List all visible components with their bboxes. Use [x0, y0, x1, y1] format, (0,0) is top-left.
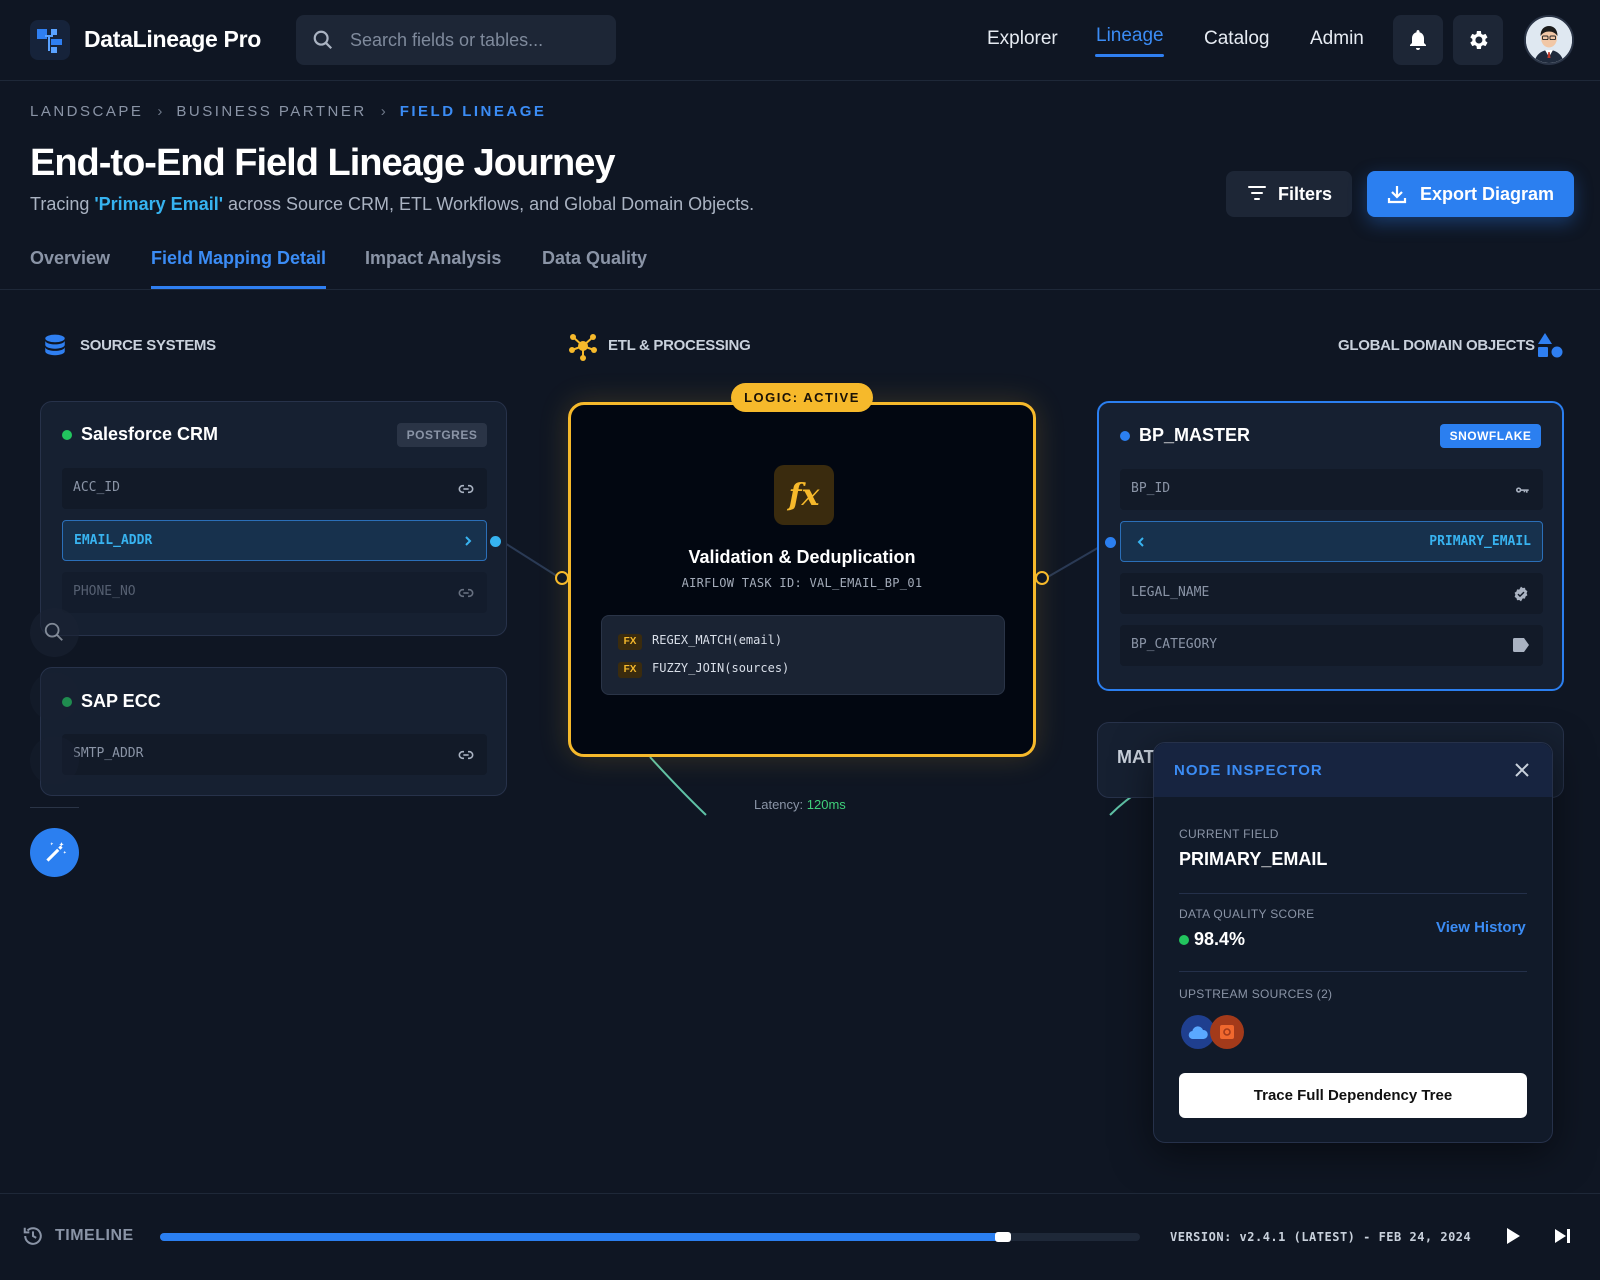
etl-task-id: AIRFLOW TASK ID: VAL_EMAIL_BP_01 [681, 576, 923, 590]
status-dot [1120, 431, 1130, 441]
etl-input-port[interactable] [555, 571, 569, 585]
current-field-label: CURRENT FIELD [1179, 827, 1279, 841]
view-history-link[interactable]: View History [1436, 919, 1526, 936]
inspector-header: NODE INSPECTOR [1154, 743, 1552, 797]
chevron-right-icon [465, 536, 472, 546]
node-inspector-panel: NODE INSPECTOR CURRENT FIELD PRIMARY_EMA… [1153, 742, 1553, 1143]
source-card-salesforce[interactable]: Salesforce CRM POSTGRES ACC_ID EMAIL_ADD… [40, 401, 507, 636]
link-icon [458, 588, 474, 598]
latency-readout: Latency: 120ms [754, 797, 846, 812]
tag-icon [1513, 638, 1529, 652]
source-name: SAP ECC [81, 691, 161, 711]
link-icon [458, 750, 474, 760]
dq-score-label: DATA QUALITY SCORE [1179, 907, 1315, 921]
key-icon [1516, 487, 1529, 493]
upstream-sources-label: UPSTREAM SOURCES (2) [1179, 987, 1333, 1001]
timeline-bar: TIMELINE VERSION: v2.4.1 (LATEST) - FEB … [0, 1193, 1600, 1280]
divider [1179, 893, 1527, 894]
chevron-left-icon [1137, 537, 1144, 547]
latency-value: 120ms [806, 797, 846, 812]
etl-node-validation[interactable]: fx Validation & Deduplication AIRFLOW TA… [568, 402, 1036, 757]
play-icon[interactable] [1505, 1227, 1521, 1245]
domain-name: BP_MASTER [1139, 425, 1251, 445]
db-type-badge: POSTGRES [397, 423, 487, 447]
history-icon [23, 1227, 42, 1245]
database-icon [45, 334, 65, 356]
field-legal-name[interactable]: LEGAL_NAME [1120, 573, 1543, 614]
upstream-source-sap[interactable] [1210, 1015, 1244, 1049]
field-label: EMAIL_ADDR [74, 533, 153, 548]
field-label: PHONE_NO [73, 584, 136, 599]
hub-icon [569, 334, 597, 361]
field-label: PRIMARY_EMAIL [1429, 534, 1531, 549]
source-name: Salesforce CRM [81, 424, 219, 444]
function-name: REGEX_MATCH(email) [652, 633, 783, 647]
field-bp-category[interactable]: BP_CATEGORY [1120, 625, 1543, 666]
skip-next-icon[interactable] [1554, 1228, 1572, 1244]
current-field-value: PRIMARY_EMAIL [1179, 849, 1328, 869]
output-port[interactable] [490, 536, 501, 547]
function-name: FUZZY_JOIN(sources) [652, 661, 790, 675]
warehouse-badge: SNOWFLAKE [1440, 424, 1541, 448]
field-label: BP_CATEGORY [1131, 637, 1218, 652]
fx-tag: FX [618, 634, 642, 650]
box-icon [1220, 1025, 1234, 1039]
zoom-in-button[interactable] [30, 608, 79, 657]
column-global-domain-objects: GLOBAL DOMAIN OBJECTS [1338, 337, 1535, 354]
domain-card-bp-master[interactable]: BP_MASTER SNOWFLAKE BP_ID PRIMARY_EMAIL … [1097, 401, 1564, 691]
link-icon [458, 484, 474, 494]
field-label: BP_ID [1131, 481, 1171, 496]
function-list: FX REGEX_MATCH(email) FX FUZZY_JOIN(source… [601, 615, 1005, 695]
divider [1179, 971, 1527, 972]
column-etl-processing: ETL & PROCESSING [608, 337, 751, 354]
field-phone-no[interactable]: PHONE_NO [62, 572, 487, 613]
etl-output-port[interactable] [1035, 571, 1049, 585]
source-card-sap-ecc[interactable]: SAP ECC SMTP_ADDR [40, 667, 507, 796]
status-dot [62, 430, 72, 440]
cloud-icon [1188, 1026, 1208, 1040]
timeline-label: TIMELINE [55, 1227, 134, 1244]
column-source-systems: SOURCE SYSTEMS [80, 337, 216, 354]
trace-dependency-tree-button[interactable]: Trace Full Dependency Tree [1179, 1073, 1527, 1118]
domain-name: MAT [1117, 747, 1155, 767]
function-row[interactable]: FX REGEX_MATCH(email) [618, 633, 782, 650]
dq-status-dot [1179, 935, 1189, 945]
verified-icon [1514, 586, 1528, 602]
auto-layout-button[interactable] [30, 828, 79, 877]
field-smtp-addr[interactable]: SMTP_ADDR [62, 734, 487, 775]
field-primary-email[interactable]: PRIMARY_EMAIL [1120, 521, 1543, 562]
shapes-icon [1538, 333, 1563, 358]
field-label: ACC_ID [73, 480, 120, 495]
etl-title: Validation & Deduplication [688, 547, 916, 567]
fx-icon: fx [774, 465, 834, 525]
field-bp-id[interactable]: BP_ID [1120, 469, 1543, 510]
tool-divider [30, 807, 79, 808]
field-label: LEGAL_NAME [1131, 585, 1210, 600]
timeline-track[interactable] [160, 1232, 1140, 1242]
connector-source-etl [499, 539, 561, 579]
timeline-handle[interactable] [994, 1232, 1011, 1242]
fx-tag: FX [618, 662, 642, 678]
logic-status-badge: LOGIC: ACTIVE [731, 383, 873, 412]
field-label: SMTP_ADDR [73, 746, 144, 761]
dq-score-value: 98.4% [1194, 929, 1246, 949]
search-icon [44, 622, 63, 641]
svg-text:fx: fx [787, 478, 821, 513]
connector-curve-left [649, 756, 707, 816]
close-icon[interactable] [1512, 760, 1532, 780]
fit-view-button[interactable] [30, 736, 79, 785]
field-email-addr[interactable]: EMAIL_ADDR [62, 520, 487, 561]
latency-label: Latency: [754, 797, 807, 812]
input-port[interactable] [1105, 537, 1116, 548]
inspector-title: NODE INSPECTOR [1174, 762, 1323, 779]
magic-wand-icon [46, 842, 67, 862]
zoom-out-button[interactable] [30, 672, 79, 721]
timeline-progress [160, 1233, 1003, 1241]
field-acc-id[interactable]: ACC_ID [62, 468, 487, 509]
version-info: VERSION: v2.4.1 (LATEST) - FEB 24, 2024 [1170, 1230, 1472, 1244]
function-row[interactable]: FX FUZZY_JOIN(sources) [618, 661, 789, 678]
